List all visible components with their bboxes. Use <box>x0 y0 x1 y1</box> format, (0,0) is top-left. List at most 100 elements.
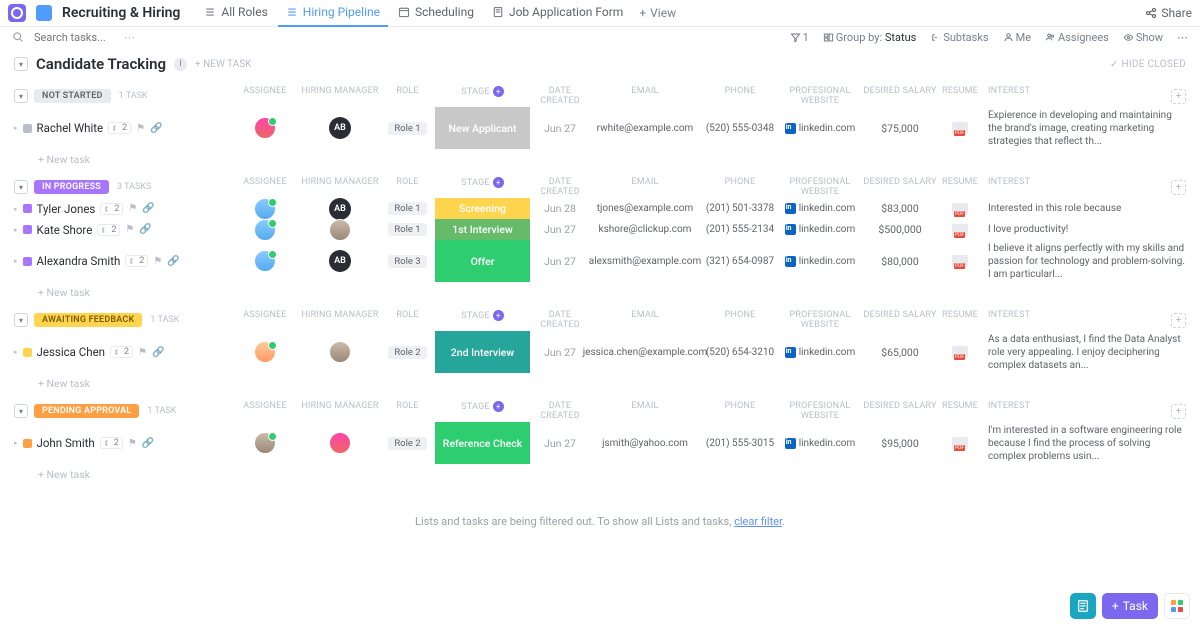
link-icon[interactable]: 🔗 <box>167 256 179 267</box>
stage-cell[interactable]: Offer <box>435 240 530 282</box>
link-icon[interactable]: 🔗 <box>152 347 164 358</box>
expand-row-icon[interactable]: ▸ <box>14 226 18 234</box>
hiring-manager-avatar[interactable] <box>329 432 351 454</box>
show-button[interactable]: Show <box>1123 31 1163 44</box>
resume-pdf-icon[interactable] <box>952 224 968 236</box>
resume-pdf-icon[interactable] <box>952 437 968 449</box>
stage-cell[interactable]: Reference Check <box>435 422 530 464</box>
hiring-manager-avatar[interactable]: AB <box>329 250 351 272</box>
link-icon[interactable]: 🔗 <box>139 224 151 235</box>
status-chip[interactable]: PENDING APPROVAL <box>34 404 139 418</box>
assignee-avatar[interactable] <box>254 198 276 220</box>
resume-pdf-icon[interactable] <box>952 346 968 358</box>
new-task-button[interactable]: + New task <box>0 282 1200 303</box>
task-row[interactable]: ▸ Rachel White 2 ⚑ 🔗 AB Role 1 New Appli… <box>0 107 1200 149</box>
hiring-manager-avatar[interactable] <box>329 341 351 363</box>
tab-job-application-form[interactable]: Job Application Form <box>484 0 631 27</box>
website-cell[interactable]: linkedin.com <box>780 198 860 219</box>
new-task-button[interactable]: + New task <box>0 464 1200 485</box>
collapse-group-button[interactable]: ▾ <box>14 89 28 103</box>
email-cell[interactable]: alexsmith@example.com <box>590 240 700 282</box>
stage-cell[interactable]: 2nd Interview <box>435 331 530 373</box>
stage-cell[interactable]: New Applicant <box>435 107 530 149</box>
new-task-button[interactable]: + New task <box>0 149 1200 170</box>
stage-cell[interactable]: 1st Interview <box>435 219 530 240</box>
resume-pdf-icon[interactable] <box>952 122 968 134</box>
email-cell[interactable]: jessica.chen@example.com <box>590 331 700 373</box>
task-row[interactable]: ▸ Tyler Jones 2 ⚑ 🔗 AB Role 1 Screening … <box>0 198 1200 219</box>
flag-icon[interactable]: ⚑ <box>125 224 134 235</box>
assignee-avatar[interactable] <box>254 341 276 363</box>
tab-all-roles[interactable]: All Roles <box>196 0 275 27</box>
expand-row-icon[interactable]: ▸ <box>14 205 18 213</box>
task-row[interactable]: ▸ Kate Shore 2 ⚑ 🔗 Role 1 1st Interview … <box>0 219 1200 240</box>
filter-button[interactable]: 1 <box>790 31 809 44</box>
task-row[interactable]: ▸ Jessica Chen 2 ⚑ 🔗 Role 2 2nd Intervie… <box>0 331 1200 373</box>
hiring-manager-avatar[interactable] <box>329 219 351 241</box>
link-icon[interactable]: 🔗 <box>150 123 162 134</box>
more-icon[interactable]: ⋯ <box>124 31 135 44</box>
assignee-avatar[interactable] <box>254 219 276 241</box>
notepad-fab[interactable] <box>1070 593 1096 619</box>
tab-scheduling[interactable]: Scheduling <box>390 0 482 27</box>
subtasks-button[interactable]: Subtasks <box>930 31 988 44</box>
group-by-button[interactable]: Group by: Status <box>823 31 917 44</box>
collapse-group-button[interactable]: ▾ <box>14 180 28 194</box>
more-menu[interactable]: ⋯ <box>1177 31 1188 44</box>
flag-icon[interactable]: ⚑ <box>128 203 137 214</box>
app-icon[interactable] <box>8 4 26 22</box>
add-stage-button[interactable]: + <box>493 401 504 412</box>
flag-icon[interactable]: ⚑ <box>153 256 162 267</box>
expand-row-icon[interactable]: ▸ <box>14 439 18 447</box>
resume-pdf-icon[interactable] <box>952 255 968 267</box>
assignees-button[interactable]: Assignees <box>1045 31 1109 44</box>
link-icon[interactable]: 🔗 <box>142 438 154 449</box>
email-cell[interactable]: jsmith@yahoo.com <box>590 422 700 464</box>
hide-closed-button[interactable]: ✓ HIDE CLOSED <box>1110 59 1186 70</box>
add-view-button[interactable]: +View <box>633 0 682 27</box>
clear-filter-link[interactable]: clear filter <box>734 515 782 528</box>
hiring-manager-avatar[interactable]: AB <box>329 198 351 220</box>
add-stage-button[interactable]: + <box>493 86 504 97</box>
share-button[interactable]: Share <box>1145 6 1192 20</box>
collapse-group-button[interactable]: ▾ <box>14 313 28 327</box>
assignee-avatar[interactable] <box>254 117 276 139</box>
status-chip[interactable]: NOT STARTED <box>34 89 111 103</box>
flag-icon[interactable]: ⚑ <box>138 347 147 358</box>
flag-icon[interactable]: ⚑ <box>136 123 145 134</box>
hiring-manager-avatar[interactable]: AB <box>329 117 351 139</box>
subtask-count[interactable]: 2 <box>100 437 123 449</box>
task-row[interactable]: ▸ John Smith 2 ⚑ 🔗 Role 2 Reference Chec… <box>0 422 1200 464</box>
link-icon[interactable]: 🔗 <box>142 203 154 214</box>
website-cell[interactable]: linkedin.com <box>780 331 860 373</box>
list-icon[interactable] <box>36 5 52 21</box>
collapse-section-button[interactable]: ▾ <box>14 57 28 71</box>
email-cell[interactable]: tjones@example.com <box>590 198 700 219</box>
expand-row-icon[interactable]: ▸ <box>14 257 18 265</box>
status-chip[interactable]: AWAITING FEEDBACK <box>34 313 142 327</box>
task-row[interactable]: ▸ Alexandra Smith 2 ⚑ 🔗 AB Role 3 Offer … <box>0 240 1200 282</box>
website-cell[interactable]: linkedin.com <box>780 422 860 464</box>
website-cell[interactable]: linkedin.com <box>780 240 860 282</box>
new-task-button[interactable]: + New task <box>0 373 1200 394</box>
me-button[interactable]: Me <box>1003 31 1031 44</box>
subtask-count[interactable]: 2 <box>100 203 123 215</box>
apps-fab[interactable] <box>1164 593 1190 619</box>
resume-pdf-icon[interactable] <box>952 203 968 215</box>
status-chip[interactable]: IN PROGRESS <box>34 180 109 194</box>
add-stage-button[interactable]: + <box>493 177 504 188</box>
search-input[interactable] <box>34 31 114 44</box>
assignee-avatar[interactable] <box>254 250 276 272</box>
collapse-group-button[interactable]: ▾ <box>14 404 28 418</box>
email-cell[interactable]: kshore@clickup.com <box>590 219 700 240</box>
subtask-count[interactable]: 2 <box>108 122 131 134</box>
expand-row-icon[interactable]: ▸ <box>14 348 18 356</box>
stage-cell[interactable]: Screening <box>435 198 530 219</box>
website-cell[interactable]: linkedin.com <box>780 219 860 240</box>
assignee-avatar[interactable] <box>254 432 276 454</box>
new-task-inline-button[interactable]: + NEW TASK <box>195 59 251 70</box>
info-icon[interactable]: i <box>174 58 187 71</box>
email-cell[interactable]: rwhite@example.com <box>590 107 700 149</box>
subtask-count[interactable]: 2 <box>125 255 148 267</box>
new-task-fab[interactable]: +Task <box>1102 593 1158 619</box>
